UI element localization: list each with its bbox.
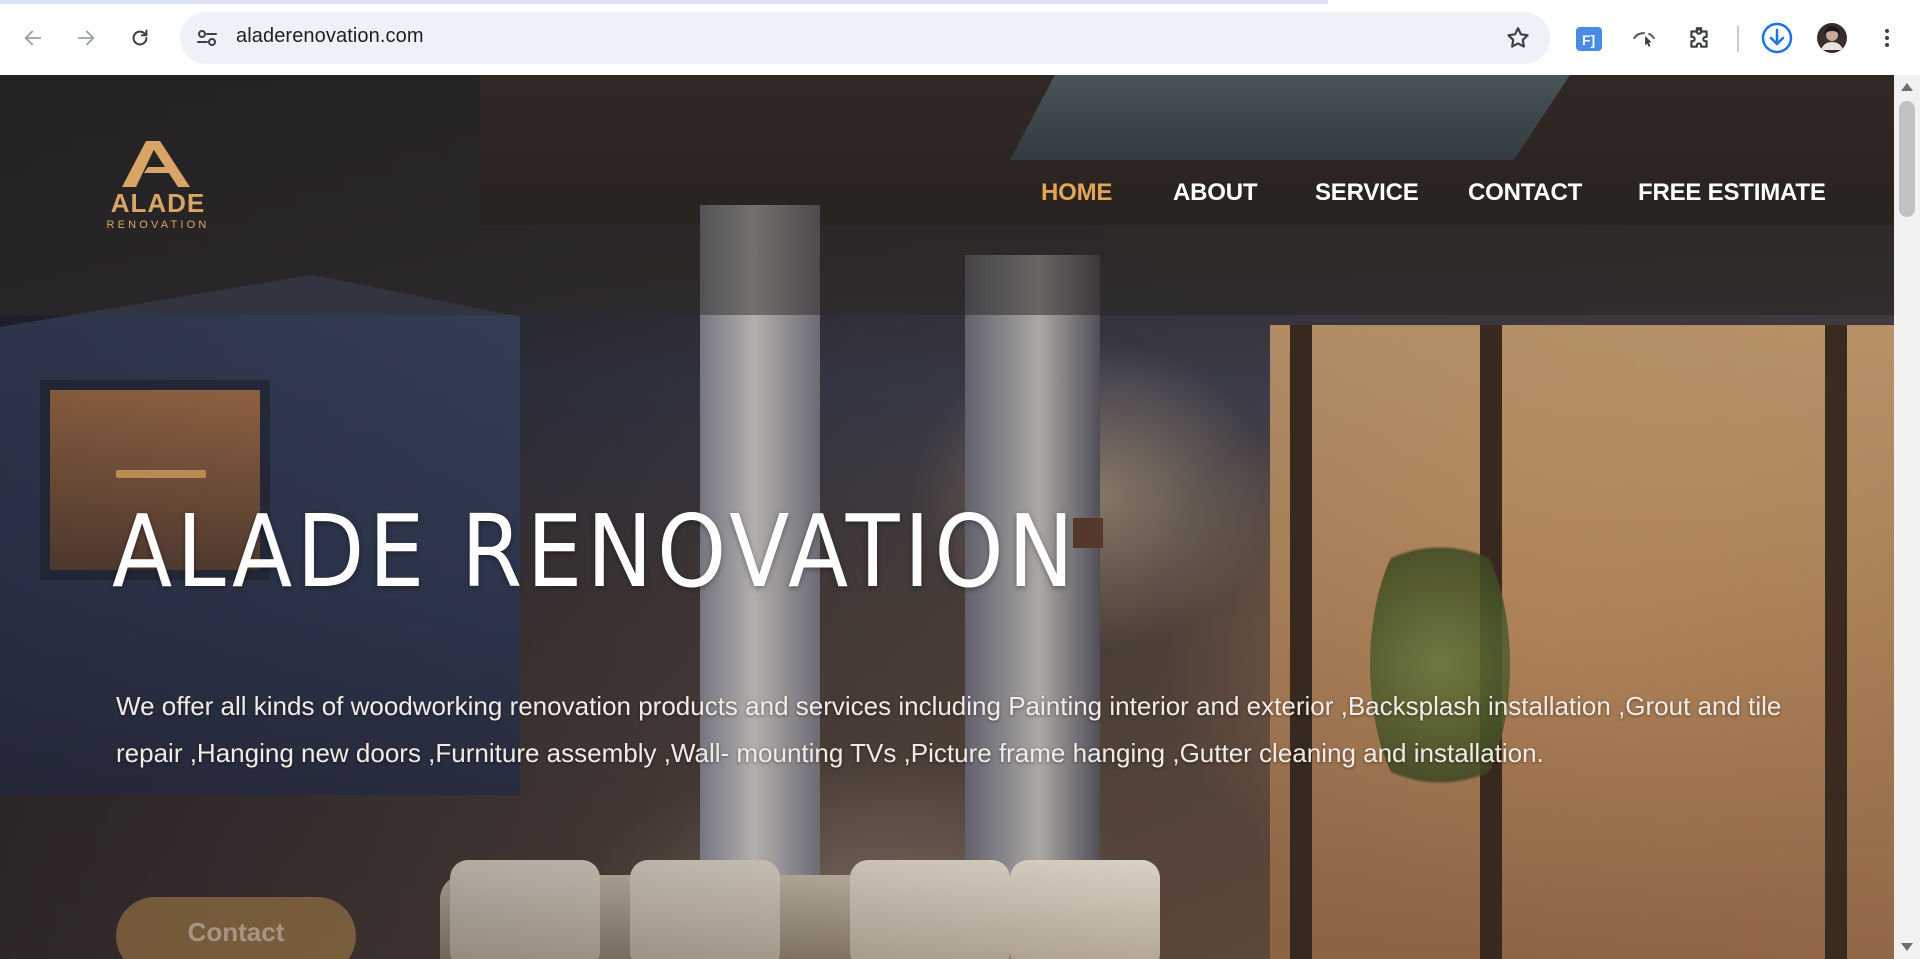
reload-button[interactable] bbox=[120, 18, 160, 58]
site-header bbox=[0, 75, 1894, 315]
bookmark-button[interactable] bbox=[1504, 24, 1532, 52]
scroll-up-arrow-icon[interactable] bbox=[1901, 83, 1913, 91]
cursor-extension-icon bbox=[1633, 32, 1655, 47]
profile-button[interactable] bbox=[1816, 22, 1848, 54]
nav-free-estimate[interactable]: FREE ESTIMATE bbox=[1638, 179, 1826, 215]
avatar bbox=[1817, 23, 1847, 53]
url-text[interactable]: aladerenovation.com bbox=[236, 25, 424, 48]
fi-extension-button[interactable]: F] bbox=[1573, 22, 1605, 54]
nav-about[interactable]: ABOUT bbox=[1173, 179, 1258, 215]
page-scrollbar[interactable] bbox=[1894, 75, 1920, 959]
page-viewport: ALADE RENOVATION HOME ABOUT SERVICE CONT… bbox=[0, 75, 1894, 959]
back-button[interactable] bbox=[13, 18, 53, 58]
browser-menu-button[interactable] bbox=[1871, 22, 1903, 54]
hero-title: ALADE RENOVATION bbox=[112, 493, 1079, 610]
reload-icon bbox=[132, 29, 148, 46]
arrow-left-icon bbox=[24, 30, 42, 46]
forward-button[interactable] bbox=[66, 18, 106, 58]
download-icon bbox=[1761, 22, 1793, 54]
logo-brand-text: ALADE bbox=[110, 188, 206, 218]
nav-service[interactable]: SERVICE bbox=[1315, 179, 1419, 215]
nav-home[interactable]: HOME bbox=[1041, 179, 1112, 215]
contact-button-label: Contact bbox=[187, 917, 285, 947]
logo-mark-icon bbox=[122, 141, 190, 187]
logo-sub-text: RENOVATION bbox=[106, 219, 210, 231]
puzzle-icon bbox=[1690, 27, 1708, 48]
tab-strip bbox=[0, 0, 1920, 4]
toolbar-divider bbox=[1737, 26, 1739, 52]
nav-contact[interactable]: CONTACT bbox=[1468, 179, 1582, 215]
scrollbar-thumb[interactable] bbox=[1899, 101, 1915, 217]
site-info-button[interactable] bbox=[192, 24, 222, 52]
arrow-right-icon bbox=[77, 30, 95, 46]
download-button[interactable] bbox=[1761, 22, 1793, 54]
star-icon bbox=[1507, 27, 1529, 48]
cursor-extension-button[interactable] bbox=[1628, 22, 1660, 54]
hero-accent-bar bbox=[116, 470, 206, 478]
browser-toolbar: aladerenovation.com F] bbox=[0, 0, 1920, 75]
kebab-menu-icon bbox=[1885, 29, 1889, 47]
tune-icon bbox=[197, 30, 217, 46]
scroll-down-arrow-icon[interactable] bbox=[1901, 943, 1913, 951]
address-bar[interactable]: aladerenovation.com bbox=[180, 12, 1550, 64]
active-tab[interactable] bbox=[1328, 0, 1920, 4]
fi-extension-label: F] bbox=[1582, 32, 1595, 48]
site-logo[interactable]: ALADE RENOVATION bbox=[96, 137, 220, 237]
contact-button[interactable]: Contact bbox=[116, 897, 356, 959]
hero-description: We offer all kinds of woodworking renova… bbox=[116, 691, 1782, 768]
extensions-button[interactable] bbox=[1683, 22, 1715, 54]
fi-extension-icon: F] bbox=[1576, 27, 1602, 51]
